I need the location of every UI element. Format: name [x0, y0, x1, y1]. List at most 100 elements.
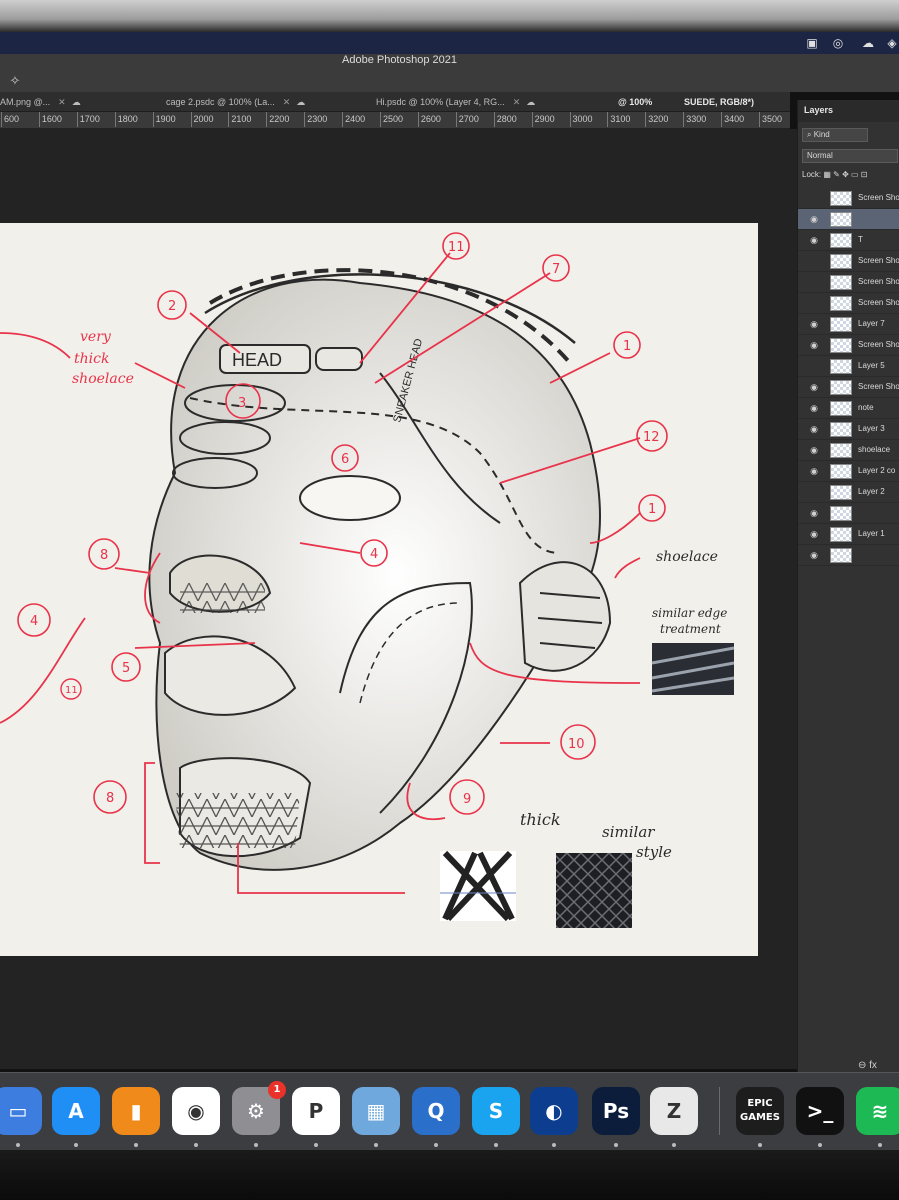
- system-preferences-icon[interactable]: ⚙ 1: [232, 1081, 286, 1147]
- shield-icon[interactable]: ◈: [884, 36, 899, 50]
- layer-thumbnail: [830, 359, 852, 374]
- layer-row[interactable]: Screen Shot: [798, 188, 899, 209]
- photoshop-icon[interactable]: Ps: [592, 1087, 640, 1147]
- lock-icons[interactable]: ▦ ✎ ✥ ▭ ⊡: [823, 170, 867, 179]
- tab-am-png[interactable]: AM.png @... ✕ ☁: [0, 92, 81, 112]
- layer-thumbnail: [830, 380, 852, 395]
- layer-row[interactable]: ◉ Layer 7: [798, 314, 899, 335]
- eye-icon[interactable]: [808, 256, 820, 266]
- running-indicator: [672, 1143, 676, 1147]
- eye-icon[interactable]: [808, 193, 820, 203]
- app-glyph: ▦: [366, 1099, 386, 1123]
- layer-row[interactable]: ◉: [798, 503, 899, 524]
- tab-close-icon[interactable]: ✕: [283, 97, 291, 107]
- layer-row[interactable]: Screen Sho: [798, 293, 899, 314]
- books-icon[interactable]: ▮: [112, 1087, 160, 1147]
- ruler-tick: 2700: [455, 112, 479, 127]
- layer-name: Screen Sho: [858, 277, 899, 286]
- quicktime-icon[interactable]: Q: [412, 1087, 460, 1147]
- layer-row[interactable]: Layer 2: [798, 482, 899, 503]
- eye-icon[interactable]: ◉: [808, 403, 820, 413]
- zbrush-icon[interactable]: Z: [650, 1087, 698, 1147]
- layer-row[interactable]: ◉ T: [798, 230, 899, 251]
- layer-row[interactable]: ◉ Screen Sho: [798, 335, 899, 356]
- layer-row[interactable]: ◉ Layer 1: [798, 524, 899, 545]
- monitor-bezel-bottom: [0, 1150, 899, 1200]
- epic-games-icon[interactable]: EPIC GAMES: [736, 1087, 784, 1147]
- terminal-icon[interactable]: >_: [796, 1087, 844, 1147]
- app-glyph: Z: [666, 1099, 682, 1123]
- cinema4d-icon[interactable]: ◐: [530, 1087, 578, 1147]
- app-glyph: EPIC GAMES: [740, 1098, 780, 1123]
- eye-icon[interactable]: ◉: [808, 508, 820, 518]
- cloud-icon[interactable]: ☁: [860, 36, 876, 50]
- document-canvas[interactable]: HEAD SNEAKER HEAD 11 7 2 1 3 12 6 1 8 4 …: [0, 223, 758, 956]
- svg-text:5: 5: [122, 661, 130, 676]
- screen-share-icon[interactable]: ▣: [804, 36, 820, 50]
- layer-row[interactable]: ◉ Layer 3: [798, 419, 899, 440]
- panel-footer-icons[interactable]: ⊖ fx: [858, 1060, 877, 1071]
- svg-text:shoelace: shoelace: [656, 549, 718, 565]
- eye-icon[interactable]: [808, 361, 820, 371]
- horizontal-ruler[interactable]: 600 1600 1700 1800 1900 2000 2100 2200 2300 2400 2…: [0, 112, 790, 129]
- layer-row[interactable]: ◉: [798, 209, 899, 230]
- layer-thumbnail: [830, 506, 852, 521]
- tab-layers[interactable]: Layers: [804, 105, 833, 115]
- search-icon: ⌕: [807, 130, 814, 139]
- running-indicator: [878, 1143, 882, 1147]
- layer-filter-kind[interactable]: ⌕ Kind: [802, 128, 868, 142]
- blend-mode-select[interactable]: Normal: [802, 149, 898, 163]
- eye-icon[interactable]: [808, 277, 820, 287]
- app-glyph: ⚙: [247, 1099, 265, 1123]
- preview-icon[interactable]: ▦: [352, 1087, 400, 1147]
- pixelmator-icon[interactable]: P: [292, 1087, 340, 1147]
- layer-row[interactable]: Layer 5: [798, 356, 899, 377]
- layer-row[interactable]: ◉: [798, 545, 899, 566]
- eye-icon[interactable]: [808, 487, 820, 497]
- app-glyph: ◉: [187, 1099, 205, 1123]
- spotify-icon[interactable]: ≋: [856, 1087, 899, 1147]
- eye-icon[interactable]: ◉: [808, 382, 820, 392]
- layer-thumbnail: [830, 275, 852, 290]
- app-glyph: >_: [806, 1099, 834, 1123]
- layer-thumbnail: [830, 485, 852, 500]
- tab-close-icon[interactable]: ✕: [58, 97, 66, 107]
- layer-name: Screen Sho: [858, 340, 899, 349]
- app-store-icon[interactable]: A: [52, 1087, 100, 1147]
- layer-thumbnail: [830, 548, 852, 563]
- tab-hi[interactable]: Hi.psdc @ 100% (Layer 4, RG... ✕ ☁: [376, 92, 535, 112]
- layer-row[interactable]: ◉ Layer 2 co: [798, 461, 899, 482]
- eye-icon[interactable]: ◉: [808, 445, 820, 455]
- tab-close-icon[interactable]: ✕: [513, 97, 521, 107]
- keynote-icon[interactable]: ▭: [0, 1087, 42, 1147]
- layer-row[interactable]: ◉ note: [798, 398, 899, 419]
- layer-row[interactable]: Screen Sho: [798, 251, 899, 272]
- ruler-tick: 2000: [190, 112, 214, 127]
- cloud-doc-icon: ☁: [526, 97, 536, 107]
- tab-suede-doc[interactable]: SUEDE, RGB/8*): [684, 92, 754, 112]
- eye-icon[interactable]: ◉: [808, 235, 820, 245]
- eye-icon[interactable]: ◉: [808, 319, 820, 329]
- layer-row[interactable]: ◉ Screen Sho: [798, 377, 899, 398]
- filter-kind-label: Kind: [813, 130, 830, 139]
- ruler-tick: 2800: [493, 112, 517, 127]
- layer-row[interactable]: ◉ shoelace: [798, 440, 899, 461]
- running-indicator: [374, 1143, 378, 1147]
- eye-icon[interactable]: [808, 298, 820, 308]
- tool-options-icon[interactable]: ✧: [6, 72, 24, 90]
- tab-suede-zoom[interactable]: @ 100%: [618, 92, 652, 112]
- eye-icon[interactable]: ◉: [808, 340, 820, 350]
- eye-icon[interactable]: ◉: [808, 529, 820, 539]
- tab-cage-2[interactable]: cage 2.psdc @ 100% (La... ✕ ☁: [166, 92, 305, 112]
- layer-row[interactable]: Screen Sho: [798, 272, 899, 293]
- skype-icon[interactable]: S: [472, 1087, 520, 1147]
- svg-text:style: style: [636, 843, 672, 861]
- chrome-icon[interactable]: ◉: [172, 1087, 220, 1147]
- eye-icon[interactable]: ◉: [808, 550, 820, 560]
- eye-icon[interactable]: ◉: [808, 214, 820, 224]
- eye-icon[interactable]: ◉: [808, 466, 820, 476]
- layer-thumbnail: [830, 443, 852, 458]
- eye-icon[interactable]: ◉: [808, 424, 820, 434]
- svg-text:3: 3: [238, 396, 246, 411]
- creative-cloud-icon[interactable]: ◎: [830, 36, 846, 50]
